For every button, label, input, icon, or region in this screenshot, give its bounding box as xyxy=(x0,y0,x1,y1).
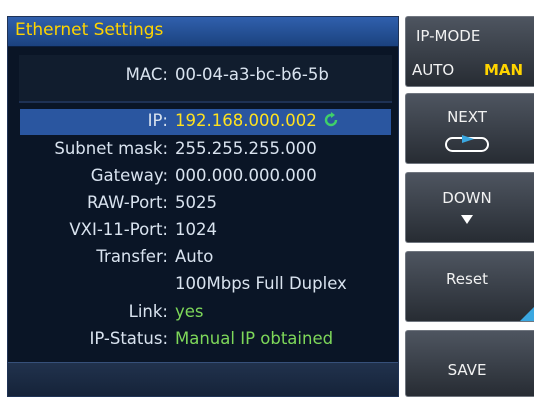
link-speed-value: 100Mbps Full Duplex xyxy=(175,274,347,293)
refresh-icon xyxy=(324,112,337,127)
settings-row-gateway[interactable]: Gateway: 000.000.000.000 xyxy=(8,164,400,190)
settings-row-vxi11-port[interactable]: VXI-11-Port: 1024 xyxy=(8,218,400,244)
corner-triangle-icon xyxy=(520,307,534,321)
panel-title: Ethernet Settings xyxy=(15,20,164,40)
subnet-mask-value[interactable]: 255.255.255.000 xyxy=(175,139,317,158)
mac-value: 00-04-a3-bc-b6-5b xyxy=(175,65,329,84)
settings-row-link: Link: yes xyxy=(8,300,400,326)
raw-port-label: RAW-Port: xyxy=(86,193,168,212)
settings-row-transfer[interactable]: Transfer: Auto xyxy=(8,245,400,271)
down-softkey[interactable]: DOWN xyxy=(405,172,534,243)
ip-value-text: 192.168.000.002 xyxy=(175,111,317,130)
transfer-value[interactable]: Auto xyxy=(175,247,213,266)
settings-row-ip-status: IP-Status: Manual IP obtained xyxy=(8,327,400,353)
mac-row-content: MAC: 00-04-a3-bc-b6-5b xyxy=(8,63,400,89)
ip-value[interactable]: 192.168.000.002 xyxy=(175,111,339,130)
vxi11-port-value[interactable]: 1024 xyxy=(175,220,217,239)
next-label: NEXT xyxy=(447,108,487,126)
next-softkey[interactable]: NEXT xyxy=(405,93,534,164)
ip-mode-option-man[interactable]: MAN xyxy=(484,61,523,79)
link-value: yes xyxy=(175,302,204,321)
panel-title-bar: Ethernet Settings xyxy=(8,17,398,47)
softkey-menu: IP-MODE AUTO MAN NEXT DOWN Reset SAVE xyxy=(405,16,534,397)
ip-label: IP: xyxy=(147,111,168,130)
gateway-label: Gateway: xyxy=(90,166,168,185)
settings-row-ip-content[interactable]: IP: 192.168.000.002 xyxy=(8,109,400,135)
down-triangle-icon xyxy=(461,215,473,224)
settings-row-link-speed: 100Mbps Full Duplex xyxy=(8,272,400,298)
ip-mode-option-auto[interactable]: AUTO xyxy=(412,61,454,79)
raw-port-value[interactable]: 5025 xyxy=(175,193,217,212)
ethernet-settings-panel: Ethernet Settings MAC: 00-04-a3-bc-b6-5b… xyxy=(7,16,399,397)
settings-row-subnet-mask[interactable]: Subnet mask: 255.255.255.000 xyxy=(8,137,400,163)
ip-status-value: Manual IP obtained xyxy=(175,329,334,348)
reset-softkey[interactable]: Reset xyxy=(405,251,534,322)
ip-mode-softkey[interactable]: IP-MODE AUTO MAN xyxy=(405,16,534,87)
status-bar xyxy=(8,362,398,396)
gateway-value[interactable]: 000.000.000.000 xyxy=(175,166,317,185)
save-softkey[interactable]: SAVE xyxy=(405,330,534,397)
settings-row-raw-port[interactable]: RAW-Port: 5025 xyxy=(8,191,400,217)
mac-label: MAC: xyxy=(125,65,168,84)
save-label: SAVE xyxy=(447,361,487,379)
ip-status-label: IP-Status: xyxy=(89,329,168,348)
next-arrow-icon xyxy=(445,135,489,152)
reset-label: Reset xyxy=(446,270,488,288)
vxi11-port-label: VXI-11-Port: xyxy=(69,220,168,239)
transfer-label: Transfer: xyxy=(96,247,168,266)
link-label: Link: xyxy=(128,302,168,321)
down-label: DOWN xyxy=(442,189,492,207)
ip-mode-label: IP-MODE xyxy=(416,27,481,45)
subnet-mask-label: Subnet mask: xyxy=(54,139,168,158)
